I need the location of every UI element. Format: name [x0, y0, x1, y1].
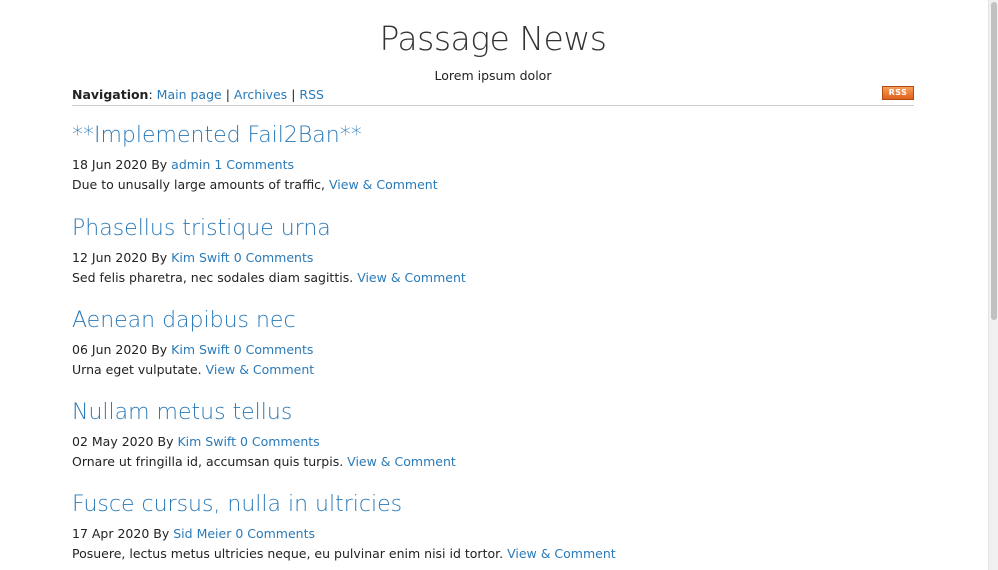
nav-separator: |	[225, 87, 230, 102]
post-meta: 06 Jun 2020 By Kim Swift 0 Comments	[72, 342, 914, 358]
nav-separator: |	[291, 87, 296, 102]
post-meta: 17 Apr 2020 By Sid Meier 0 Comments	[72, 526, 914, 542]
site-subtitle: Lorem ipsum dolor	[434, 68, 552, 83]
post-date: 12 Jun 2020	[72, 250, 148, 265]
rss-feed-icon[interactable]: RSS	[882, 86, 914, 100]
view-comment-link[interactable]: View & Comment	[357, 270, 466, 285]
post-excerpt: Due to unusally large amounts of traffic…	[72, 177, 914, 193]
post-5: Fusce cursus, nulla in ultricies 17 Apr …	[72, 491, 914, 562]
post-title-link[interactable]: **Implemented Fail2Ban**	[72, 122, 914, 150]
post-excerpt: Ornare ut fringilla id, accumsan quis tu…	[72, 454, 914, 470]
post-1: **Implemented Fail2Ban** 18 Jun 2020 By …	[72, 122, 914, 193]
post-meta: 02 May 2020 By Kim Swift 0 Comments	[72, 434, 914, 450]
navigation-colon: :	[148, 87, 153, 102]
post-title-link[interactable]: Nullam metus tellus	[72, 399, 914, 427]
navigation: Navigation: Main page | Archives | RSS	[72, 87, 324, 103]
post-comments-link[interactable]: 0 Comments	[235, 526, 315, 541]
post-comments-link[interactable]: 0 Comments	[234, 250, 314, 265]
post-date: 18 Jun 2020	[72, 157, 148, 172]
post-by: By	[151, 250, 168, 265]
post-3: Aenean dapibus nec 06 Jun 2020 By Kim Sw…	[72, 307, 914, 378]
post-excerpt-text: Ornare ut fringilla id, accumsan quis tu…	[72, 454, 344, 469]
post-by: By	[151, 342, 168, 357]
post-author-link[interactable]: Kim Swift	[171, 342, 230, 357]
post-meta: 12 Jun 2020 By Kim Swift 0 Comments	[72, 250, 914, 266]
post-title-link[interactable]: Fusce cursus, nulla in ultricies	[72, 491, 914, 519]
navigation-bar: Navigation: Main page | Archives | RSS R…	[72, 86, 914, 106]
post-date: 02 May 2020	[72, 434, 154, 449]
post-by: By	[153, 526, 170, 541]
post-title-link[interactable]: Phasellus tristique urna	[72, 215, 914, 243]
nav-link-main-page[interactable]: Main page	[157, 87, 222, 102]
post-excerpt: Urna eget vulputate. View & Comment	[72, 362, 914, 378]
post-comments-link[interactable]: 0 Comments	[240, 434, 320, 449]
scrollbar-thumb[interactable]	[991, 2, 997, 320]
post-by: By	[151, 157, 168, 172]
view-comment-link[interactable]: View & Comment	[507, 546, 616, 561]
view-comment-link[interactable]: View & Comment	[206, 362, 315, 377]
post-date: 17 Apr 2020	[72, 526, 150, 541]
view-comment-link[interactable]: View & Comment	[329, 177, 438, 192]
post-author-link[interactable]: Kim Swift	[177, 434, 236, 449]
post-author-link[interactable]: Sid Meier	[173, 526, 231, 541]
nav-link-archives[interactable]: Archives	[234, 87, 287, 102]
post-date: 06 Jun 2020	[72, 342, 148, 357]
post-meta: 18 Jun 2020 By admin 1 Comments	[72, 157, 914, 173]
view-comment-link[interactable]: View & Comment	[347, 454, 456, 469]
post-4: Nullam metus tellus 02 May 2020 By Kim S…	[72, 399, 914, 470]
post-author-link[interactable]: Kim Swift	[171, 250, 230, 265]
post-excerpt: Sed felis pharetra, nec sodales diam sag…	[72, 270, 914, 286]
post-comments-link[interactable]: 1 Comments	[214, 157, 294, 172]
page: Passage News Lorem ipsum dolor Navigatio…	[0, 0, 998, 570]
post-excerpt-text: Due to unusally large amounts of traffic…	[72, 177, 326, 192]
nav-link-rss[interactable]: RSS	[299, 87, 324, 102]
post-comments-link[interactable]: 0 Comments	[234, 342, 314, 357]
post-title-link[interactable]: Aenean dapibus nec	[72, 307, 914, 335]
navigation-label: Navigation	[72, 87, 149, 102]
post-excerpt-text: Sed felis pharetra, nec sodales diam sag…	[72, 270, 354, 285]
post-excerpt: Posuere, lectus metus ultricies neque, e…	[72, 546, 914, 562]
post-excerpt-text: Urna eget vulputate.	[72, 362, 202, 377]
post-author-link[interactable]: admin	[171, 157, 210, 172]
post-by: By	[157, 434, 174, 449]
post-2: Phasellus tristique urna 12 Jun 2020 By …	[72, 215, 914, 286]
site-title: Passage News	[379, 19, 607, 58]
vertical-scrollbar[interactable]	[988, 0, 998, 570]
post-excerpt-text: Posuere, lectus metus ultricies neque, e…	[72, 546, 504, 561]
